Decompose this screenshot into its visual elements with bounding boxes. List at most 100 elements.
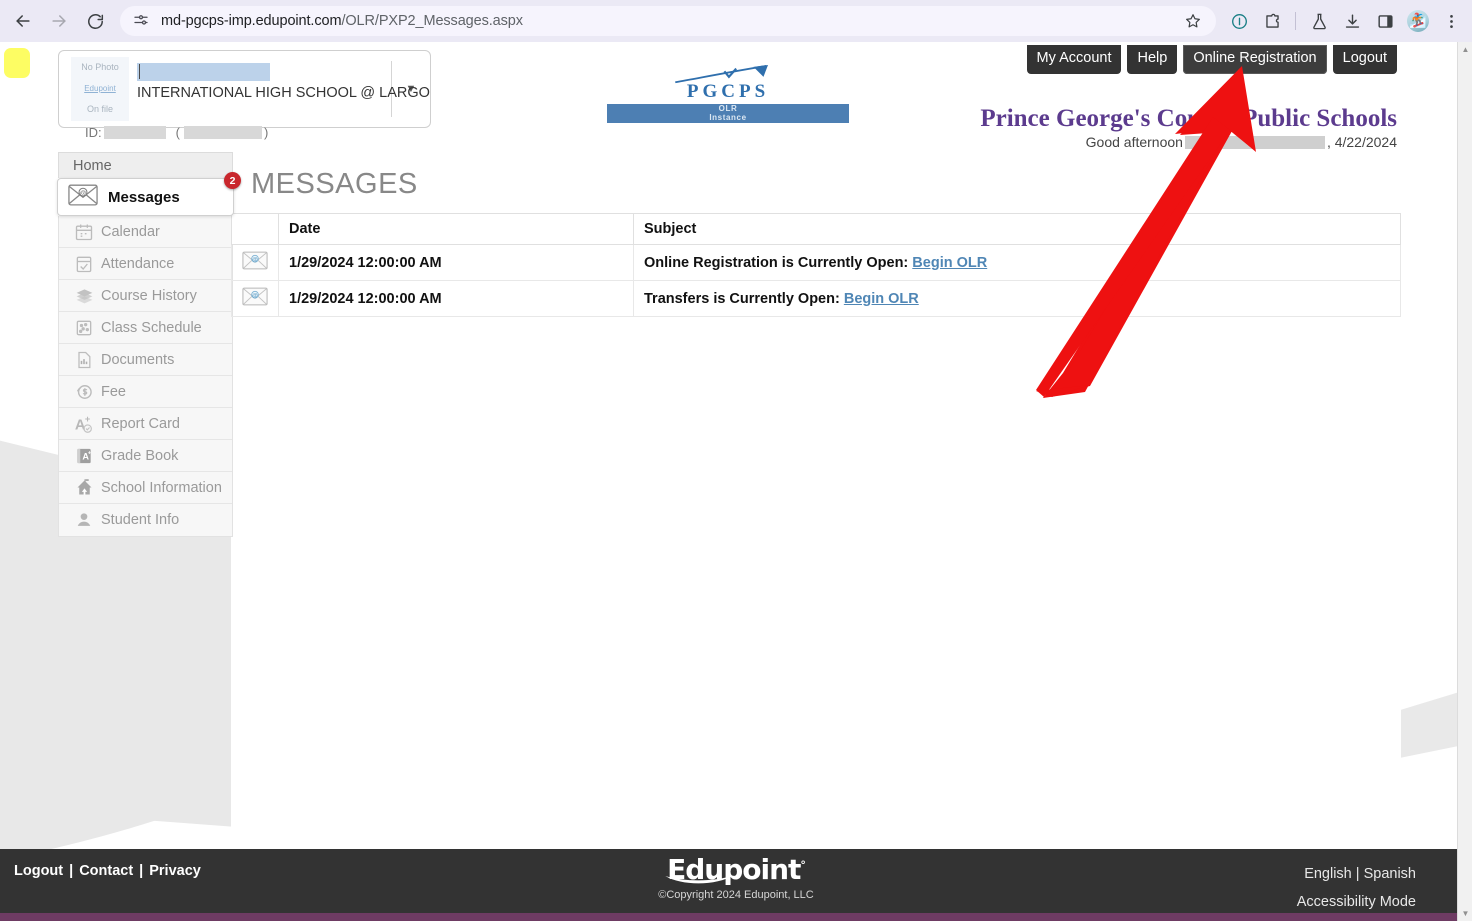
accessibility-mode-link[interactable]: Accessibility Mode: [1297, 894, 1416, 910]
begin-olr-link[interactable]: Begin OLR: [912, 255, 987, 271]
back-arrow-icon[interactable]: [6, 4, 40, 38]
student-selector-card[interactable]: No Photo Edupoint On file INTERNATIONAL …: [58, 50, 431, 128]
column-header-subject: Subject: [634, 214, 1401, 245]
edupoint-branding: Edupoint° ©Copyright 2024 Edupoint, LLC: [658, 855, 813, 901]
side-panel-icon[interactable]: [1370, 6, 1400, 36]
row-envelope-cell[interactable]: @: [232, 281, 279, 317]
student-id-redacted: [104, 126, 166, 139]
extensions-puzzle-icon[interactable]: [1257, 6, 1287, 36]
sidebar-item-school-information[interactable]: School Information: [59, 472, 232, 504]
row-subject-text: Online Registration is Currently Open:: [644, 255, 912, 271]
sidebar-item-calendar[interactable]: Calendar: [59, 216, 232, 248]
sidebar-item-fee[interactable]: Fee: [59, 376, 232, 408]
envelope-message-icon[interactable]: @: [242, 251, 268, 274]
greeting-line: Good afternoon , 4/22/2024: [1086, 134, 1397, 150]
begin-olr-link[interactable]: Begin OLR: [844, 291, 919, 307]
edupoint-mark: °: [800, 859, 805, 872]
row-subject: Online Registration is Currently Open: B…: [634, 245, 1401, 281]
sidebar-item-grade-book[interactable]: A+ Grade Book: [59, 440, 232, 472]
sidebar-item-home[interactable]: Home: [58, 152, 233, 178]
footer-contact-link[interactable]: Contact: [79, 863, 133, 879]
district-logo: PGCPS OLR Instance: [607, 82, 849, 123]
profile-avatar-icon[interactable]: 🏂: [1403, 6, 1433, 36]
sidebar-item-course-history[interactable]: Course History: [59, 280, 232, 312]
browser-action-icons: 🏂: [1224, 6, 1472, 36]
table-row[interactable]: @ 1/29/2024 12:00:00 AM Transfers is Cur…: [232, 281, 1401, 317]
info-circle-icon[interactable]: [1224, 6, 1254, 36]
toolbar-divider: [1295, 12, 1296, 30]
sidebar-item-report-card[interactable]: A+ Report Card: [59, 408, 232, 440]
row-subject: Transfers is Currently Open: Begin OLR: [634, 281, 1401, 317]
scroll-down-arrow-icon[interactable]: ▼: [1458, 906, 1472, 921]
footer-privacy-link[interactable]: Privacy: [149, 863, 201, 879]
sidebar-item-label: Report Card: [101, 416, 180, 432]
url-host: md-pgcps-imp.edupoint.com: [161, 13, 341, 29]
star-icon[interactable]: [1180, 8, 1206, 34]
svg-text:@: @: [80, 190, 87, 197]
envelope-at-icon: @: [68, 184, 98, 211]
page-scrollbar[interactable]: ▲ ▼: [1457, 42, 1472, 921]
dollar-icon: [71, 382, 97, 402]
row-subject-text: Transfers is Currently Open:: [644, 291, 844, 307]
calendar-icon: [71, 222, 97, 242]
labs-flask-icon[interactable]: [1304, 6, 1334, 36]
student-meta: INTERNATIONAL HIGH SCHOOL @ LARGO ID: (): [129, 51, 391, 127]
edupoint-logo: Edupoint°: [658, 855, 813, 884]
student-id-line: ID: (): [85, 125, 268, 140]
sidebar-item-documents[interactable]: Documents: [59, 344, 232, 376]
help-button[interactable]: Help: [1127, 45, 1177, 74]
svg-text:+: +: [85, 414, 90, 424]
downloads-icon[interactable]: [1337, 6, 1367, 36]
table-row[interactable]: @ 1/29/2024 12:00:00 AM Online Registrat…: [232, 245, 1401, 281]
row-envelope-cell[interactable]: @: [232, 245, 279, 281]
svg-text:@: @: [252, 293, 258, 299]
person-icon: [71, 510, 97, 530]
row-date: 1/29/2024 12:00:00 AM: [279, 281, 634, 317]
envelope-message-icon[interactable]: @: [242, 287, 268, 310]
scroll-up-arrow-icon[interactable]: ▲: [1458, 42, 1472, 57]
sidebar-home-label: Home: [73, 158, 112, 174]
sidebar-item-label: Grade Book: [101, 448, 178, 464]
reload-icon[interactable]: [78, 4, 112, 38]
scrollbar-thumb[interactable]: [1458, 57, 1472, 757]
site-settings-icon[interactable]: [132, 12, 150, 30]
online-registration-button[interactable]: Online Registration: [1183, 45, 1326, 74]
copyright-text: ©Copyright 2024 Edupoint, LLC: [658, 889, 813, 901]
sidebar-item-student-info[interactable]: Student Info: [59, 504, 232, 536]
document-chart-icon: [71, 350, 97, 370]
sidebar-items: Calendar Attendance Course History Class…: [58, 216, 233, 537]
language-switcher: English | Spanish: [1297, 861, 1416, 889]
student-photo-placeholder: No Photo Edupoint On file: [71, 57, 129, 121]
status-badge: 2: [224, 172, 241, 189]
no-photo-brand: Edupoint: [84, 85, 116, 94]
my-account-button[interactable]: My Account: [1027, 45, 1122, 74]
sidebar-item-label: Calendar: [101, 224, 160, 240]
footer-separator: |: [1356, 866, 1360, 882]
language-spanish-link[interactable]: Spanish: [1364, 866, 1416, 882]
sidebar-item-attendance[interactable]: Attendance: [59, 248, 232, 280]
language-english-link[interactable]: English: [1304, 866, 1352, 882]
footer-separator: |: [69, 863, 73, 879]
forward-arrow-icon[interactable]: [42, 4, 76, 38]
main-content: MESSAGES Date Subject: [231, 150, 1401, 317]
three-dot-menu-icon[interactable]: [1436, 6, 1466, 36]
grade-book-icon: A+: [71, 446, 97, 466]
district-title: Prince George's County Public Schools: [980, 105, 1397, 133]
greeting-name-redacted: [1185, 136, 1325, 149]
sidebar: Home @ Messages 2 Calendar: [58, 152, 233, 537]
logo-swoosh-icon: [668, 65, 788, 85]
sidebar-item-messages[interactable]: @ Messages 2: [57, 178, 234, 216]
school-building-icon: [71, 477, 97, 498]
logout-button[interactable]: Logout: [1333, 45, 1397, 74]
name-caret: [139, 64, 140, 79]
student-school-name: INTERNATIONAL HIGH SCHOOL @ LARGO: [137, 85, 430, 101]
sidebar-item-class-schedule[interactable]: Class Schedule: [59, 312, 232, 344]
address-bar[interactable]: md-pgcps-imp.edupoint.com/OLR/PXP2_Messa…: [120, 6, 1216, 36]
top-navigation: My Account Help Online Registration Logo…: [1027, 45, 1397, 74]
student-grade-redacted: [184, 126, 262, 139]
svg-text:@: @: [252, 257, 258, 263]
logo-band-line2: Instance: [709, 114, 746, 122]
no-photo-line2: On file: [87, 105, 113, 115]
footer-logout-link[interactable]: Logout: [14, 863, 63, 879]
url-text: md-pgcps-imp.edupoint.com/OLR/PXP2_Messa…: [161, 13, 523, 29]
